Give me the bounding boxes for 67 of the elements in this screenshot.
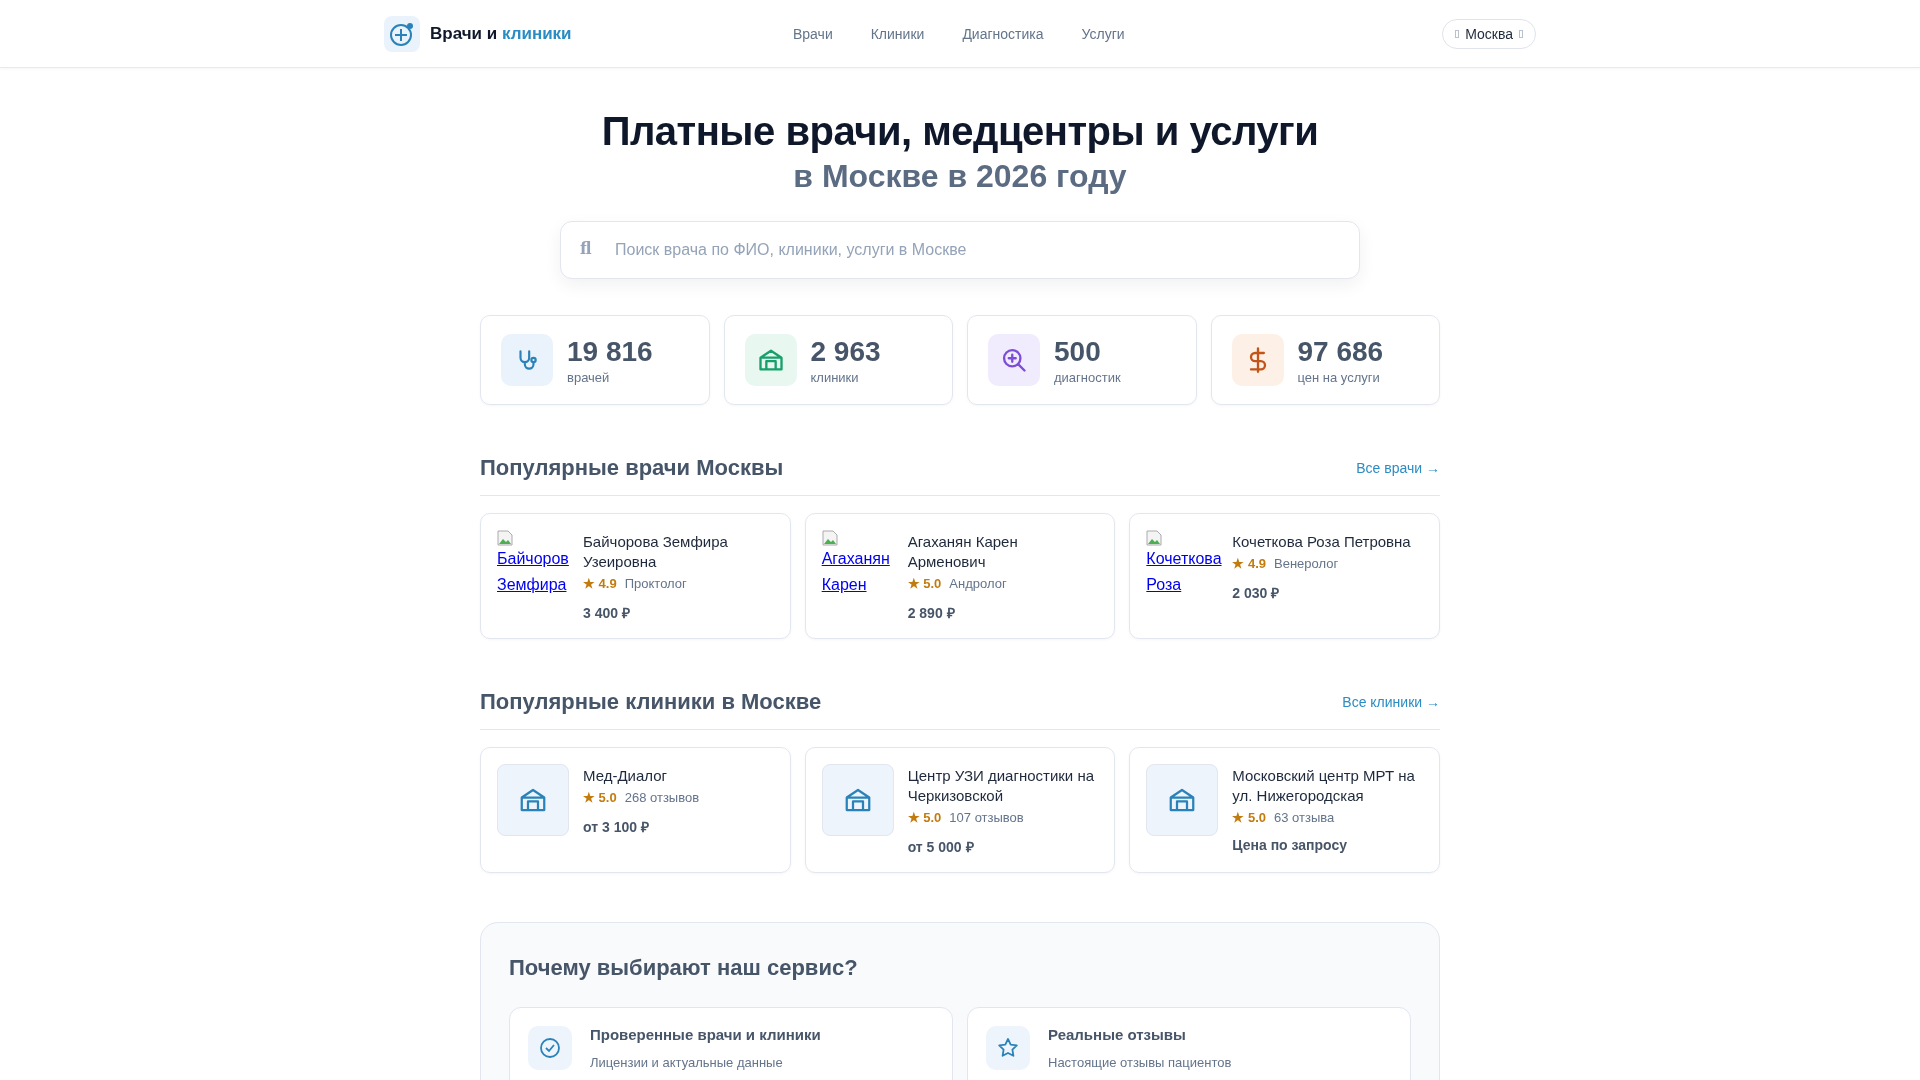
zoom-in-icon — [1000, 346, 1028, 374]
photo-alt-link[interactable]: Байчоров Земфира — [497, 546, 569, 598]
review-count: 63 отзыва — [1274, 810, 1335, 825]
plus-circle-logo-icon[interactable] — [384, 15, 420, 52]
feature-title: Реальные отзывы — [1048, 1026, 1187, 1043]
review-count: 268 отзывов — [624, 790, 700, 805]
section-title: Популярные врачи Москвы — [480, 455, 784, 481]
photo-alt-link[interactable]: Агаханян Карен — [821, 546, 894, 598]
stat-label: врачей — [567, 369, 611, 385]
star-icon — [996, 1036, 1020, 1060]
section-title: Почему выбирают наш сервис? — [509, 955, 859, 981]
specialty: Андролог — [949, 576, 1007, 591]
hero-subtitle: в Москве в 2026 году — [792, 158, 1128, 195]
doctor-name[interactable]: Кочеткова Роза Петровна — [1232, 532, 1411, 552]
broken-image-icon — [1146, 530, 1163, 546]
search-icon-glyph: ﬂ — [580, 239, 592, 259]
doctor-name[interactable]: Байчорова Земфира Узеировна — [583, 532, 774, 572]
rating: ★ 5.0 — [907, 810, 942, 825]
stat-label: клиники — [810, 369, 860, 385]
price: 3 400 ₽ — [583, 604, 631, 622]
hero-title: Платные врачи, медцентры и услуги — [600, 109, 1320, 154]
all-doctors-link[interactable]: Все врачи → — [1356, 460, 1440, 476]
nav-link[interactable]: Клиники — [870, 25, 925, 42]
site-logo-text[interactable]: Врачи и клиники — [430, 23, 572, 44]
section-title: Популярные клиники в Москве — [480, 689, 822, 715]
clinic-name[interactable]: Мед-Диалог — [583, 766, 700, 786]
check-circle-icon — [538, 1036, 562, 1060]
clinic-card[interactable]: Мед-Диалог ★ 5.0 268 отзывов от 3 100 ₽ — [480, 747, 791, 873]
stat-label: диагностик — [1054, 369, 1121, 385]
feature-text: Лицензии и актуальные данные — [590, 1055, 784, 1070]
clinic-card[interactable]: Московский центр МРТ на ул. Нижегородская ★ 5.0 63 отзыва Цена по запросу — [1129, 747, 1440, 873]
stat-value: 19 816 — [567, 335, 653, 368]
feature-text: Настоящие отзывы пациентов — [1048, 1055, 1232, 1070]
price: Цена по запросу — [1232, 837, 1349, 853]
price: 2 890 ₽ — [907, 604, 956, 622]
stat-value: 2 963 — [810, 335, 881, 368]
specialty: Проктолог — [624, 576, 687, 591]
stat-label: цен на услуги — [1297, 369, 1381, 385]
feature-title: Проверенные врачи и клиники — [590, 1026, 821, 1043]
price: от 5 000 ₽ — [907, 838, 975, 856]
stat-value: 500 — [1054, 335, 1102, 368]
city-selector-button[interactable]: Москва — [1442, 18, 1536, 49]
price: от 3 100 ₽ — [583, 818, 650, 836]
rating: ★ 4.9 — [583, 576, 617, 591]
review-count: 107 отзывов — [949, 810, 1024, 825]
doctor-name[interactable]: Агаханян Карен Арменович — [907, 532, 1099, 572]
clinic-card[interactable]: Центр УЗИ диагностики на Черкизовской ★ 5.0 107 отзывов от 5 000 ₽ — [804, 747, 1116, 873]
rating: ★ 5.0 — [1232, 810, 1266, 825]
all-clinics-link[interactable]: Все клиники → — [1342, 694, 1440, 710]
doctor-card[interactable]: Агаханян Карен Агаханян Карен Арменович ★ 5.0 Андролог 2 890 ₽ — [804, 513, 1116, 639]
doctor-card[interactable]: Байчоров Земфира Байчорова Земфира Узеировна ★ 4.9 Проктолог 3 400 ₽ — [480, 513, 791, 639]
specialty: Венеролог — [1274, 556, 1339, 571]
broken-image-icon — [821, 530, 838, 546]
price: 2 030 ₽ — [1232, 584, 1281, 602]
doctor-card[interactable]: Кочеткова Роза Кочеткова Роза Петровна ★ 4.9 Венеролог 2 030 ₽ — [1129, 513, 1440, 639]
rating: ★ 5.0 — [583, 790, 617, 805]
broken-image-icon — [497, 530, 513, 546]
missing-glyph-icon — [1519, 29, 1523, 38]
rating: ★ 4.9 — [1232, 556, 1266, 571]
rating: ★ 5.0 — [907, 576, 942, 591]
nav-link[interactable]: Диагностика — [962, 25, 1044, 42]
clinic-name[interactable]: Центр УЗИ диагностики на Черкизовской — [907, 766, 1099, 806]
missing-glyph-icon — [1455, 29, 1460, 38]
clinic-name[interactable]: Московский центр МРТ на ул. Нижегородская — [1232, 766, 1423, 806]
nav-link[interactable]: Услуги — [1081, 25, 1125, 42]
nav-link[interactable]: Врачи — [793, 25, 833, 42]
stat-value: 97 686 — [1297, 335, 1384, 368]
